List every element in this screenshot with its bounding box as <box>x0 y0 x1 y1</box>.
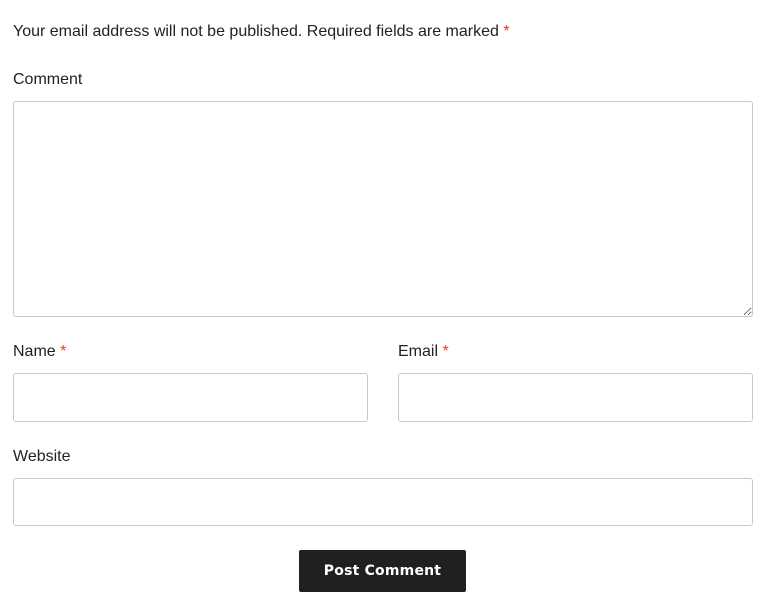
required-asterisk: * <box>442 343 449 360</box>
name-field[interactable] <box>13 373 368 422</box>
website-field[interactable] <box>13 478 753 526</box>
email-label-text: Email <box>398 343 439 360</box>
website-label: Website <box>13 448 71 465</box>
comment-notes: Your email address will not be published… <box>13 22 510 42</box>
email-label: Email * <box>398 342 449 362</box>
comment-textarea[interactable] <box>13 101 753 317</box>
required-asterisk: * <box>60 343 67 360</box>
comment-label: Comment <box>13 71 83 88</box>
name-label-text: Name <box>13 343 56 360</box>
post-comment-button[interactable]: Post Comment <box>299 550 466 592</box>
email-field[interactable] <box>398 373 753 422</box>
name-label: Name * <box>13 342 66 362</box>
comment-notes-text: Your email address will not be published… <box>13 23 499 40</box>
required-asterisk: * <box>503 23 510 40</box>
